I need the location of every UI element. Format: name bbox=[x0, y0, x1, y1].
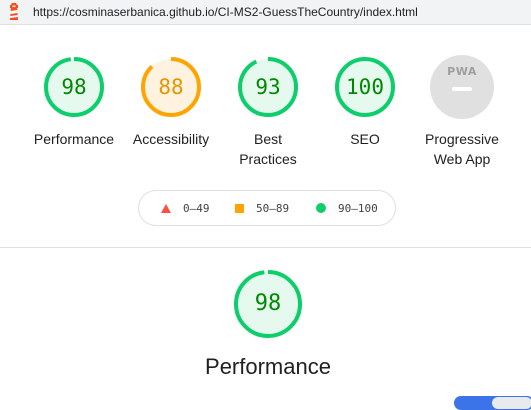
category-performance[interactable]: 98 Performance bbox=[24, 55, 124, 149]
best-practices-gauge: 93 bbox=[236, 55, 300, 119]
url-text[interactable]: https://cosminaserbanica.github.io/CI-MS… bbox=[33, 5, 418, 19]
performance-gauge: 98 bbox=[42, 55, 106, 119]
best-practices-score: 93 bbox=[255, 75, 281, 99]
performance-section-title: Performance bbox=[205, 354, 331, 379]
legend-average-label: 50–89 bbox=[256, 202, 290, 215]
address-bar[interactable]: https://cosminaserbanica.github.io/CI-MS… bbox=[0, 0, 531, 25]
category-accessibility[interactable]: 88 Accessibility bbox=[121, 55, 221, 149]
legend-fail-label: 0–49 bbox=[183, 202, 210, 215]
average-square-icon bbox=[235, 204, 244, 213]
pwa-badge-text: PWA bbox=[447, 65, 477, 78]
legend-average: 50–89 bbox=[235, 203, 289, 215]
accessibility-gauge: 88 bbox=[139, 55, 203, 119]
best-practices-label-line2: Practices bbox=[239, 151, 297, 167]
fail-triangle-icon bbox=[161, 204, 171, 213]
pwa-dash-icon bbox=[452, 87, 472, 91]
legend-pass: 90–100 bbox=[316, 203, 378, 215]
pass-circle-icon bbox=[316, 203, 326, 213]
category-pwa[interactable]: PWA Progressive Web App bbox=[412, 55, 512, 169]
pwa-label: Progressive Web App bbox=[412, 129, 512, 169]
best-practices-label-line1: Best bbox=[253, 131, 282, 147]
seo-gauge: 100 bbox=[333, 55, 397, 119]
best-practices-label: Best Practices bbox=[218, 129, 318, 169]
accessibility-label: Accessibility bbox=[132, 131, 210, 147]
accessibility-score: 88 bbox=[158, 75, 184, 99]
category-best-practices[interactable]: 93 Best Practices bbox=[218, 55, 318, 169]
seo-score: 100 bbox=[346, 75, 384, 99]
lighthouse-logo-icon bbox=[10, 3, 18, 20]
performance-detail-score: 98 bbox=[254, 291, 282, 316]
score-legend: 0–49 50–89 90–100 bbox=[138, 190, 396, 226]
section-divider bbox=[0, 247, 531, 248]
pwa-label-line1: Progressive bbox=[425, 131, 499, 147]
seo-label: SEO bbox=[350, 131, 380, 147]
legend-pass-label: 90–100 bbox=[338, 202, 378, 215]
category-seo[interactable]: 100 SEO bbox=[315, 55, 415, 149]
pwa-label-line2: Web App bbox=[433, 151, 491, 167]
legend-fail: 0–49 bbox=[161, 203, 210, 215]
performance-label: Performance bbox=[33, 131, 115, 147]
pwa-badge-icon: PWA bbox=[430, 55, 494, 119]
performance-detail-gauge: 98 bbox=[232, 268, 304, 340]
performance-score: 98 bbox=[61, 75, 87, 99]
view-toggle-track bbox=[492, 397, 531, 409]
